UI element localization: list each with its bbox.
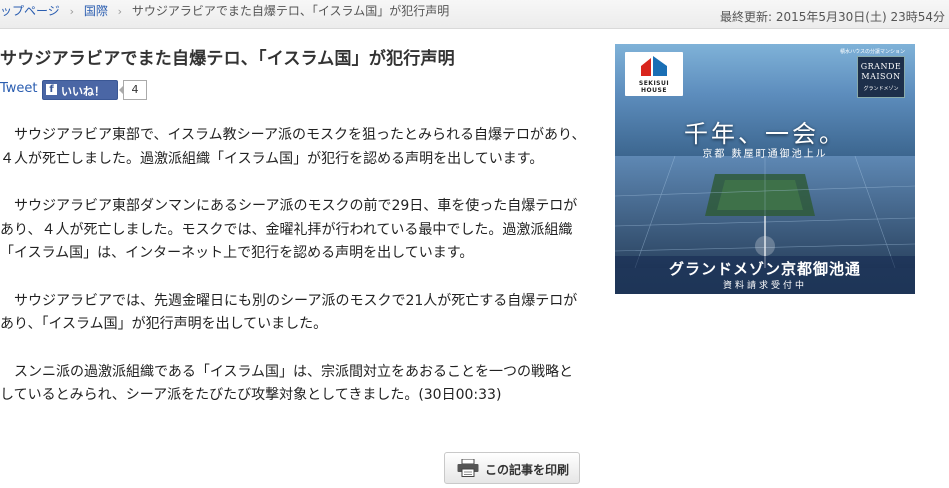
grande-line-2: MAISON [861,72,901,81]
facebook-like-button[interactable]: f いいね！ [42,80,118,100]
breadcrumb-separator: › [69,5,74,18]
ad-cta-sub: 資料請求受付中 [722,281,807,291]
article-paragraph: スンニ派の過激派組織である「イスラム国」は、宗派間対立をあおることを一つの戦略と… [0,363,574,404]
facebook-icon: f [46,84,57,95]
city-aerial-image [615,156,915,268]
grande-maison-logo: GRANDE MAISON グランドメゾン [857,56,905,98]
like-label: いいね！ [61,85,105,98]
article-body: サウジアラビア東部で、イスラム教シーア派のモスクを狙ったとみられる自爆テロがあり… [0,124,586,432]
breadcrumb-top-link[interactable]: ップページ [0,4,60,18]
ad-brand-name: SEKISUI HOUSE [638,80,670,94]
breadcrumb-current: サウジアラビアでまた自爆テロ、「イスラム国」が犯行声明 [131,4,450,18]
house-logo-icon [641,56,667,76]
breadcrumb-international-link[interactable]: 国際 [84,4,108,18]
ad-cta: グランドメゾン京都御池通 [668,260,861,278]
tweet-button[interactable]: Tweet [0,81,38,96]
sekisui-house-logo: SEKISUI HOUSE [625,52,683,96]
print-label: この記事を印刷 [485,463,570,477]
advertisement-banner[interactable]: SEKISUI HOUSE 積水ハウスの分譲マンション GRANDE MAISO… [615,44,915,294]
article-paragraph: サウジアラビアでは、先週金曜日にも別のシーア派のモスクで21人が死亡する自爆テロ… [0,292,578,333]
ad-tagline: 京都 麩屋町通御池上ル [702,149,828,160]
print-article-button[interactable]: この記事を印刷 [444,452,580,484]
article-title: サウジアラビアでまた自爆テロ、「イスラム国」が犯行声明 [0,49,455,69]
like-count: 4 [119,80,147,100]
ad-sub-label: 積水ハウスの分譲マンション [839,49,905,55]
printer-icon [457,459,479,477]
grande-line-1: GRANDE [860,62,902,71]
last-updated: 最終更新: 2015年5月30日(土) 23時54分 [719,10,945,24]
article-paragraph: サウジアラビア東部で、イスラム教シーア派のモスクを狙ったとみられる自爆テロがあり… [0,127,586,167]
article-paragraph: サウジアラビア東部ダンマンにあるシーア派のモスクの前で29日、車を使った自爆テロ… [0,198,578,261]
ad-headline: 千年、一会。 [684,120,846,148]
breadcrumb-separator: › [117,5,123,18]
top-bar: ップページ › 国際 › サウジアラビアでまた自爆テロ、「イスラム国」が犯行声明… [0,0,949,29]
breadcrumb: ップページ › 国際 › サウジアラビアでまた自爆テロ、「イスラム国」が犯行声明 [0,2,449,19]
grande-line-3: グランドメゾン [863,86,899,92]
